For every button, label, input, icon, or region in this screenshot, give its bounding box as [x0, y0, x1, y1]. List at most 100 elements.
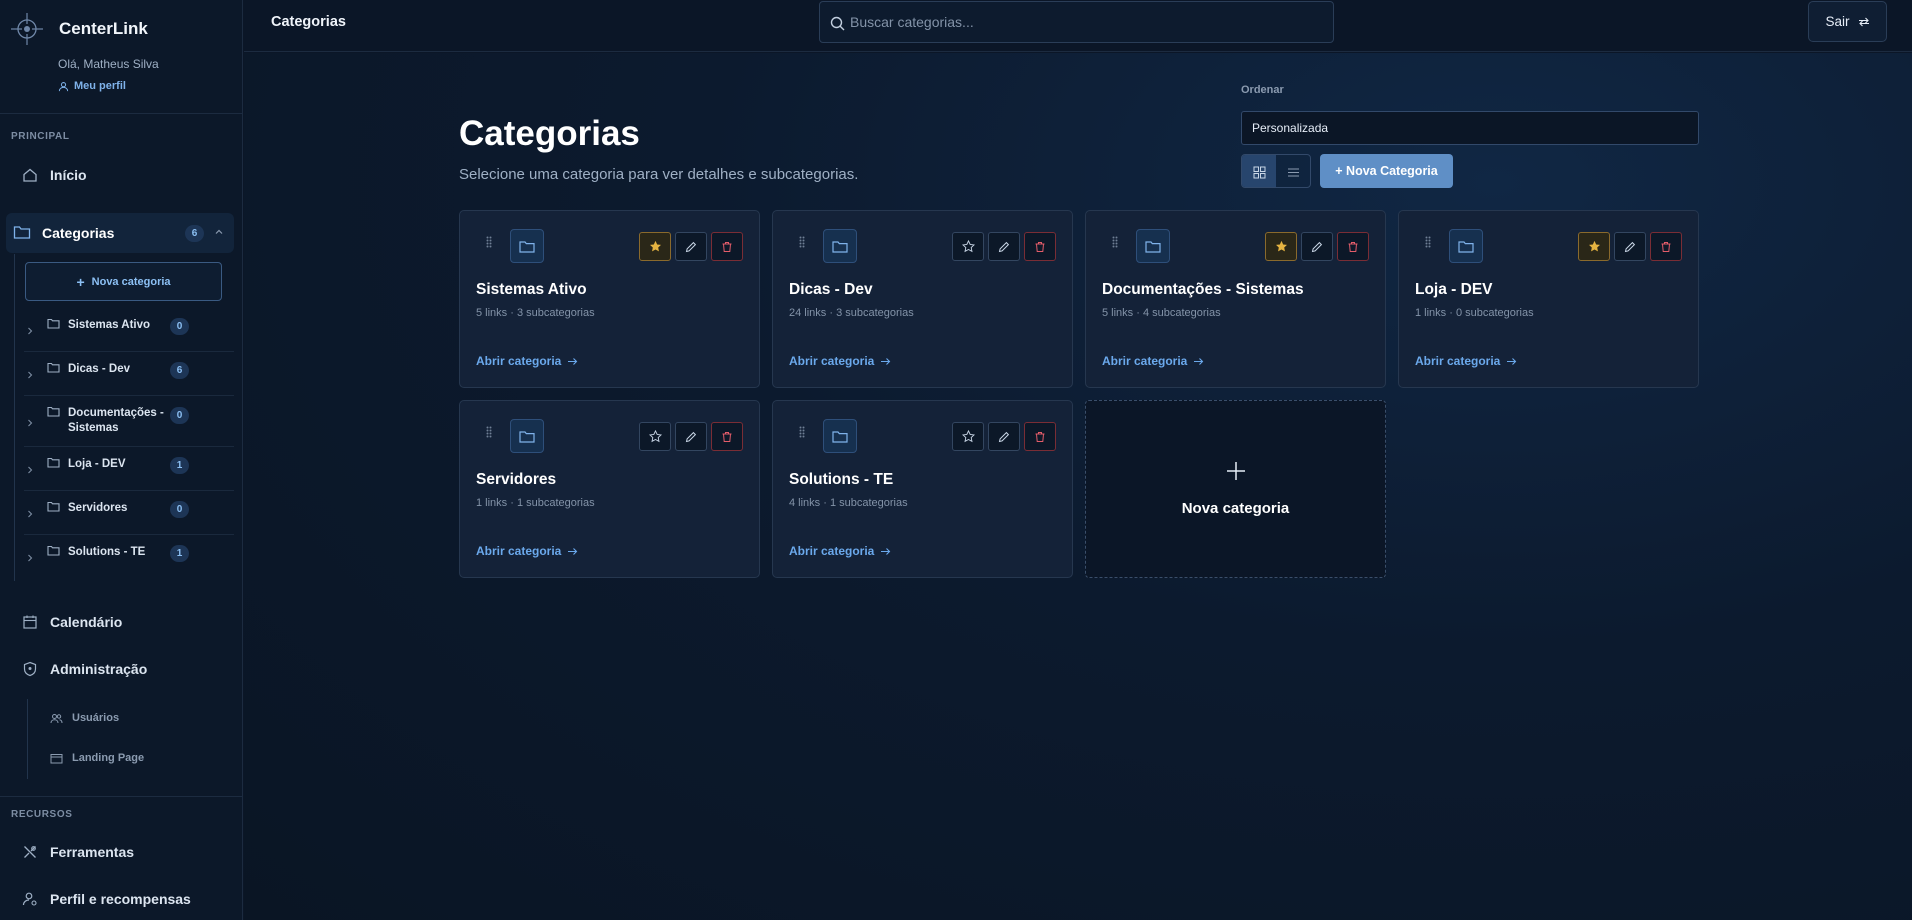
open-category-link[interactable]: Abrir categoria [476, 544, 578, 558]
favorite-button[interactable] [952, 422, 984, 451]
order-select[interactable]: Personalizada [1241, 111, 1699, 145]
page-subtitle: Selecione uma categoria para ver detalhe… [459, 166, 859, 183]
nav-item-calendario[interactable]: Calendário [22, 614, 122, 630]
new-category-sidebar-button[interactable]: + Nova categoria [25, 262, 222, 301]
count-badge: 0 [170, 407, 189, 424]
favorite-button[interactable] [1578, 232, 1610, 261]
grid-view-button[interactable] [1242, 155, 1276, 187]
logout-label: Sair [1825, 14, 1850, 29]
sidebar-subitem[interactable]: Sistemas Ativo 0 [24, 318, 234, 352]
sidebar-subitem[interactable]: Documentações - Sistemas 0 [24, 406, 234, 447]
delete-button[interactable] [711, 422, 743, 451]
user-icon [58, 81, 69, 91]
page-title: Categorias [459, 114, 640, 153]
nav-subitem-landing-page[interactable]: Landing Page [50, 752, 144, 764]
edit-button[interactable] [1614, 232, 1646, 261]
star-outline-icon [961, 430, 975, 443]
sidebar-subitem[interactable]: Servidores 0 [24, 501, 234, 535]
folder-button[interactable] [510, 229, 544, 263]
drag-handle-icon[interactable] [799, 426, 805, 438]
folder-button[interactable] [823, 419, 857, 453]
chevron-right-icon[interactable] [26, 326, 34, 336]
add-category-button[interactable]: + Nova Categoria [1320, 154, 1453, 188]
folder-icon [832, 240, 848, 253]
nav-subitem-label: Usuários [72, 712, 120, 724]
category-card[interactable]: Loja - DEV 1 links · 0 subcategorias Abr… [1398, 210, 1699, 388]
users-icon [50, 713, 63, 723]
arrow-right-icon [881, 357, 891, 365]
drag-handle-icon[interactable] [1112, 236, 1118, 248]
edit-button[interactable] [988, 422, 1020, 451]
category-card[interactable]: Dicas - Dev 24 links · 3 subcategorias A… [772, 210, 1073, 388]
drag-handle-icon[interactable] [1425, 236, 1431, 248]
nav-item-label: Ferramentas [50, 844, 135, 860]
nav-item-label: Início [50, 167, 87, 183]
open-category-link[interactable]: Abrir categoria [789, 544, 891, 558]
drag-handle-icon[interactable] [486, 236, 492, 248]
open-category-link[interactable]: Abrir categoria [1102, 354, 1204, 368]
open-category-link[interactable]: Abrir categoria [476, 354, 578, 368]
category-card[interactable]: Sistemas Ativo 5 links · 3 subcategorias… [459, 210, 760, 388]
category-card[interactable]: Servidores 1 links · 1 subcategorias Abr… [459, 400, 760, 578]
nav-item-categorias[interactable]: Categorias 6 [6, 213, 234, 253]
chevron-up-icon[interactable] [214, 227, 224, 237]
logout-button[interactable]: Sair [1808, 1, 1887, 42]
sidebar-subitem[interactable]: Loja - DEV 1 [24, 457, 234, 491]
chevron-right-icon[interactable] [26, 370, 34, 380]
folder-icon [519, 430, 535, 443]
edit-button[interactable] [675, 232, 707, 261]
calendar-icon [23, 615, 37, 629]
favorite-button[interactable] [952, 232, 984, 261]
category-meta: 1 links · 0 subcategorias [1415, 307, 1534, 319]
brand[interactable]: CenterLink [10, 12, 148, 46]
delete-button[interactable] [1650, 232, 1682, 261]
search-box[interactable] [819, 1, 1334, 43]
star-filled-icon [649, 240, 661, 252]
chevron-right-icon[interactable] [26, 553, 34, 563]
folder-icon [13, 226, 31, 239]
favorite-button[interactable] [639, 232, 671, 261]
favorite-button[interactable] [1265, 232, 1297, 261]
list-view-button[interactable] [1276, 155, 1310, 187]
folder-button[interactable] [510, 419, 544, 453]
drag-handle-icon[interactable] [486, 426, 492, 438]
folder-button[interactable] [1449, 229, 1483, 263]
folder-icon [47, 318, 60, 329]
chevron-right-icon[interactable] [26, 418, 34, 428]
nav-item-administracao[interactable]: Administração [22, 661, 147, 677]
open-category-label: Abrir categoria [476, 544, 562, 558]
drag-handle-icon[interactable] [799, 236, 805, 248]
delete-button[interactable] [1024, 232, 1056, 261]
nav-item-inicio[interactable]: Início [22, 167, 87, 183]
folder-button[interactable] [1136, 229, 1170, 263]
folder-icon [1458, 240, 1474, 253]
sidebar-subitem[interactable]: Solutions - TE 1 [24, 545, 234, 579]
new-category-card[interactable]: Nova categoria [1085, 400, 1386, 578]
favorite-button[interactable] [639, 422, 671, 451]
edit-button[interactable] [988, 232, 1020, 261]
chevron-right-icon[interactable] [26, 509, 34, 519]
chevron-right-icon[interactable] [26, 465, 34, 475]
open-category-link[interactable]: Abrir categoria [789, 354, 891, 368]
new-category-label: Nova categoria [91, 275, 171, 288]
category-card[interactable]: Solutions - TE 4 links · 1 subcategorias… [772, 400, 1073, 578]
nav-item-label: Calendário [50, 614, 123, 630]
edit-button[interactable] [1301, 232, 1333, 261]
topbar: Categorias Sair [244, 0, 1912, 52]
profile-link[interactable]: Meu perfil [58, 80, 126, 92]
open-category-link[interactable]: Abrir categoria [1415, 354, 1517, 368]
app-name: CenterLink [59, 19, 148, 38]
order-label: Ordenar [1241, 84, 1284, 96]
nav-item-ferramentas[interactable]: Ferramentas [22, 844, 134, 860]
nav-item-perfil-recompensas[interactable]: Perfil e recompensas [22, 891, 191, 907]
nav-subitem-usuarios[interactable]: Usuários [50, 712, 119, 724]
category-card[interactable]: Documentações - Sistemas 5 links · 4 sub… [1085, 210, 1386, 388]
edit-button[interactable] [675, 422, 707, 451]
delete-button[interactable] [1024, 422, 1056, 451]
sidebar-subitem-label: Documentações - Sistemas [68, 407, 164, 434]
search-input[interactable] [850, 2, 1320, 42]
folder-button[interactable] [823, 229, 857, 263]
sidebar-subitem[interactable]: Dicas - Dev 6 [24, 362, 234, 396]
delete-button[interactable] [711, 232, 743, 261]
delete-button[interactable] [1337, 232, 1369, 261]
